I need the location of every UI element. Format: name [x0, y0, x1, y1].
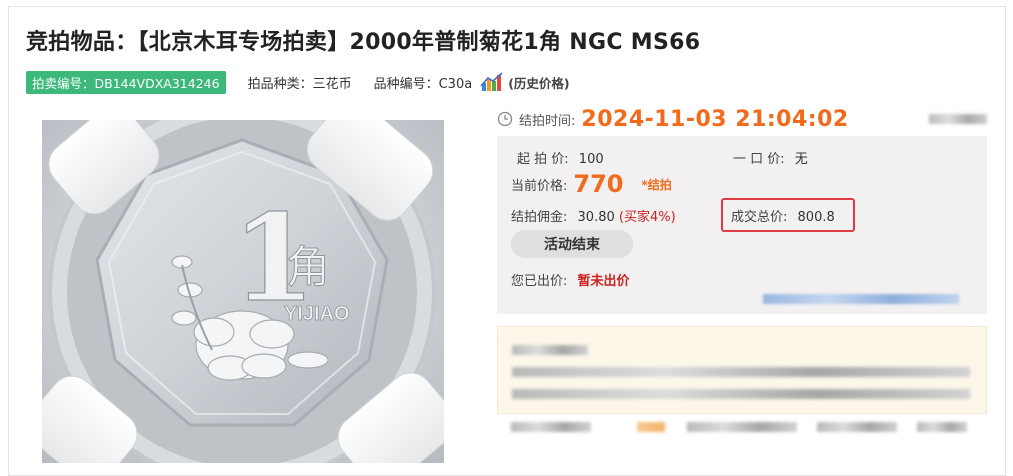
blurred-link[interactable]: [763, 294, 959, 304]
blurred-text: [512, 345, 588, 355]
clock-icon: [497, 111, 513, 127]
blurred-text: [687, 422, 797, 432]
commission-label: 结拍佣金:: [511, 210, 568, 225]
current-price-value: 770: [573, 170, 624, 198]
seller-info-box: [497, 326, 987, 414]
total-price-label: 成交总价:: [731, 210, 788, 225]
start-price-value: 100: [578, 152, 604, 167]
blurred-text: [817, 422, 897, 432]
your-bid-label: 您已出价:: [511, 274, 568, 289]
settled-tag: *结拍: [641, 177, 672, 192]
start-price-label: 起 拍 价:: [517, 152, 569, 167]
commission-value: 30.80: [577, 210, 615, 225]
current-price-label: 当前价格:: [511, 178, 568, 194]
total-price-row: 成交总价: 800.8: [731, 206, 835, 225]
coin-unit: 角: [286, 242, 330, 293]
lot-meta: 拍卖编号：DB144VDXA314246 拍品种类：三花币 品种编号：C30a …: [26, 70, 570, 94]
total-price-value: 800.8: [797, 210, 835, 225]
category: 拍品种类：三花币: [247, 76, 352, 92]
blurred-tag: [637, 422, 665, 432]
blurred-text: [917, 422, 967, 432]
bar-chart-icon[interactable]: [480, 72, 504, 92]
buy-now-row: 一 口 价: 无: [733, 148, 808, 167]
blurred-text: [512, 367, 970, 377]
price-box: 起 拍 价: 100 一 口 价: 无 当前价格: 770 *结拍 结拍佣金: …: [497, 136, 987, 314]
buy-now-label: 一 口 价:: [733, 152, 785, 167]
buy-now-value: 无: [794, 152, 808, 167]
auction-ended-button[interactable]: 活动结束: [511, 230, 633, 258]
your-bid-value: 暂未出价: [577, 274, 630, 289]
page-title: 竞拍物品：【北京木耳专场拍卖】2000年普制菊花1角 NGC MS66: [26, 30, 701, 55]
your-bid-row: 您已出价: 暂未出价: [511, 270, 630, 289]
end-time-label: 结拍时间:: [519, 113, 576, 129]
commission-note: (买家4%): [618, 210, 676, 225]
end-time-value: 2024-11-03 21:04:02: [581, 106, 849, 132]
start-price-row: 起 拍 价: 100: [517, 148, 604, 167]
blurred-text: [929, 114, 987, 124]
commission-row: 结拍佣金: 30.80 (买家4%): [511, 206, 676, 225]
variety-number: 品种编号：C30a: [373, 76, 473, 92]
lot-number-badge: 拍卖编号：DB144VDXA314246: [26, 70, 226, 94]
blurred-text: [512, 389, 970, 399]
blurred-text: [511, 422, 591, 432]
current-price-row: 当前价格: 770 *结拍: [511, 168, 672, 200]
product-image[interactable]: YIJIAO 1 角: [42, 120, 444, 463]
end-time-row: 结拍时间: 2024-11-03 21:04:02: [497, 104, 849, 134]
history-price-link[interactable]: (历史价格): [508, 73, 569, 92]
